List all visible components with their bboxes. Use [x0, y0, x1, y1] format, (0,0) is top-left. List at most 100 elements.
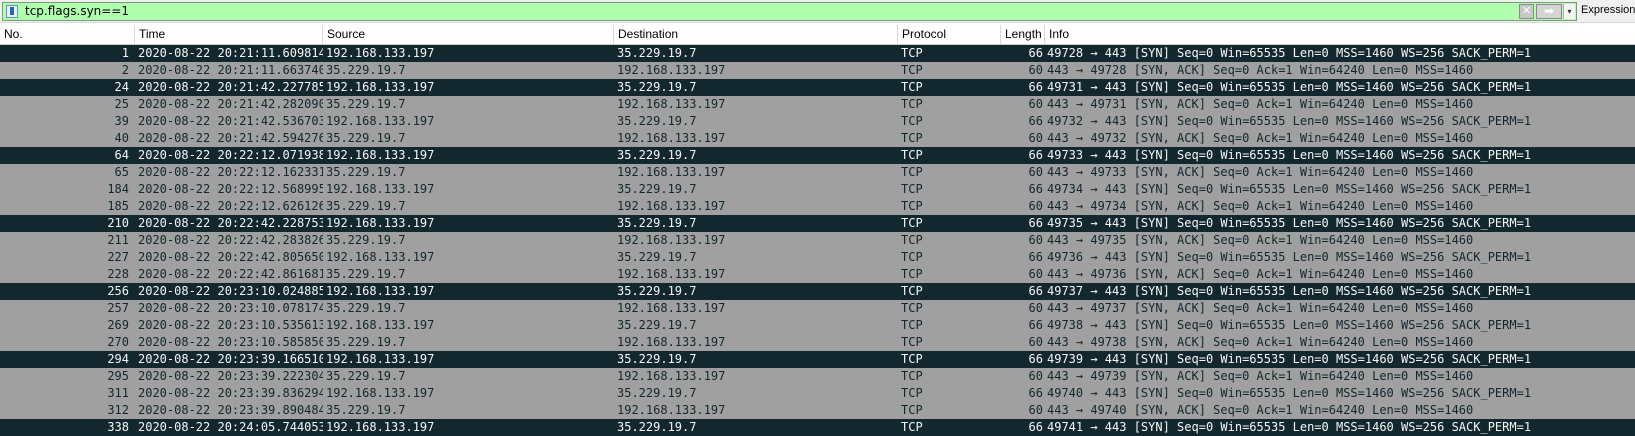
packet-protocol: TCP [901, 267, 923, 281]
packet-length: 60 [1028, 63, 1043, 77]
column-header-info[interactable]: Info [1045, 25, 1635, 44]
packet-source: 35.229.19.7 [326, 233, 406, 247]
packet-time: 2020-08-22 20:21:42.227785 [138, 80, 323, 94]
packet-info: 49731 → 443 [SYN] Seq=0 Win=65535 Len=0 … [1047, 80, 1532, 94]
packet-destination: 192.168.133.197 [617, 233, 726, 247]
packet-number: 311 [107, 386, 129, 400]
packet-row[interactable]: 311 2020-08-22 20:23:39.836294 192.168.133… [0, 385, 1635, 402]
packet-source: 192.168.133.197 [326, 250, 435, 264]
packet-protocol: TCP [901, 301, 923, 315]
packet-row[interactable]: 64 2020-08-22 20:22:12.071938 192.168.133.… [0, 147, 1635, 164]
packet-number: 24 [114, 80, 129, 94]
packet-source: 35.229.19.7 [326, 403, 406, 417]
packet-row[interactable]: 295 2020-08-22 20:23:39.222304 35.229.19.7… [0, 368, 1635, 385]
packet-number: 228 [107, 267, 129, 281]
packet-row[interactable]: 211 2020-08-22 20:22:42.283826 35.229.19.7… [0, 232, 1635, 249]
packet-info: 443 → 49740 [SYN, ACK] Seq=0 Ack=1 Win=6… [1047, 403, 1474, 417]
packet-row[interactable]: 227 2020-08-22 20:22:42.805650 192.168.133… [0, 249, 1635, 266]
expression-button[interactable]: Expression [1581, 4, 1635, 16]
packet-length: 60 [1028, 199, 1043, 213]
packet-row[interactable]: 270 2020-08-22 20:23:10.585850 35.229.19.7… [0, 334, 1635, 351]
packet-number: 64 [114, 148, 129, 162]
packet-length: 60 [1028, 369, 1043, 383]
packet-row[interactable]: 1 2020-08-22 20:21:11.609814 192.168.133.1… [0, 45, 1635, 62]
apply-filter-button[interactable]: ➡ [1536, 4, 1562, 19]
bookmark-icon[interactable] [6, 5, 18, 18]
packet-source: 192.168.133.197 [326, 80, 435, 94]
packet-protocol: TCP [901, 216, 923, 230]
column-header-protocol[interactable]: Protocol [898, 25, 1001, 44]
column-header-no[interactable]: No. [0, 25, 135, 44]
packet-row[interactable]: 228 2020-08-22 20:22:42.861681 35.229.19.7… [0, 266, 1635, 283]
packet-protocol: TCP [901, 250, 923, 264]
packet-info: 443 → 49735 [SYN, ACK] Seq=0 Ack=1 Win=6… [1047, 233, 1474, 247]
clear-filter-button[interactable]: ✕ [1519, 4, 1534, 19]
packet-row[interactable]: 257 2020-08-22 20:23:10.078174 35.229.19.7… [0, 300, 1635, 317]
packet-protocol: TCP [901, 165, 923, 179]
packet-row[interactable]: 2 2020-08-22 20:21:11.663740 35.229.19.7 19… [0, 62, 1635, 79]
packet-row[interactable]: 65 2020-08-22 20:22:12.162331 35.229.19.7 1… [0, 164, 1635, 181]
packet-row[interactable]: 40 2020-08-22 20:21:42.594276 35.229.19.7 1… [0, 130, 1635, 147]
packet-destination: 35.229.19.7 [617, 352, 697, 366]
packet-number: 39 [114, 114, 129, 128]
packet-destination: 35.229.19.7 [617, 148, 697, 162]
packet-row[interactable]: 269 2020-08-22 20:23:10.535613 192.168.133… [0, 317, 1635, 334]
packet-row[interactable]: 185 2020-08-22 20:22:12.626126 35.229.19.7… [0, 198, 1635, 215]
packet-row[interactable]: 294 2020-08-22 20:23:39.166510 192.168.133… [0, 351, 1635, 368]
packet-protocol: TCP [901, 352, 923, 366]
packet-source: 192.168.133.197 [326, 148, 435, 162]
packet-info: 443 → 49736 [SYN, ACK] Seq=0 Ack=1 Win=6… [1047, 267, 1474, 281]
packet-row[interactable]: 210 2020-08-22 20:22:42.228753 192.168.133… [0, 215, 1635, 232]
packet-source: 35.229.19.7 [326, 131, 406, 145]
packet-length: 60 [1028, 165, 1043, 179]
packet-time: 2020-08-22 20:22:42.283826 [138, 233, 323, 247]
packet-number: 184 [107, 182, 129, 196]
packet-row[interactable]: 184 2020-08-22 20:22:12.568995 192.168.133… [0, 181, 1635, 198]
packet-length: 60 [1028, 131, 1043, 145]
packet-info: 49728 → 443 [SYN] Seq=0 Win=65535 Len=0 … [1047, 46, 1532, 60]
packet-number: 210 [107, 216, 129, 230]
packet-number: 227 [107, 250, 129, 264]
packet-time: 2020-08-22 20:23:10.535613 [138, 318, 323, 332]
packet-info: 49736 → 443 [SYN] Seq=0 Win=65535 Len=0 … [1047, 250, 1532, 264]
packet-destination: 35.229.19.7 [617, 250, 697, 264]
packet-time: 2020-08-22 20:22:42.228753 [138, 216, 323, 230]
packet-number: 65 [114, 165, 129, 179]
packet-length: 60 [1028, 97, 1043, 111]
packet-row[interactable]: 312 2020-08-22 20:23:39.890484 35.229.19.7… [0, 402, 1635, 419]
packet-time: 2020-08-22 20:23:39.222304 [138, 369, 323, 383]
display-filter-input[interactable]: tcp.flags.syn==1 ✕ ➡ ▾ [2, 2, 1577, 21]
column-header-time[interactable]: Time [135, 25, 323, 44]
packet-info: 49740 → 443 [SYN] Seq=0 Win=65535 Len=0 … [1047, 386, 1532, 400]
packet-time: 2020-08-22 20:22:42.861681 [138, 267, 323, 281]
packet-row[interactable]: 39 2020-08-22 20:21:42.536703 192.168.133.… [0, 113, 1635, 130]
packet-time: 2020-08-22 20:21:42.282090 [138, 97, 323, 111]
display-filter-toolbar: tcp.flags.syn==1 ✕ ➡ ▾ Expression [0, 0, 1635, 23]
packet-info: 49738 → 443 [SYN] Seq=0 Win=65535 Len=0 … [1047, 318, 1532, 332]
packet-time: 2020-08-22 20:21:11.609814 [138, 46, 323, 60]
packet-row[interactable]: 25 2020-08-22 20:21:42.282090 35.229.19.7 1… [0, 96, 1635, 113]
packet-row[interactable]: 24 2020-08-22 20:21:42.227785 192.168.133.… [0, 79, 1635, 96]
column-header-destination[interactable]: Destination [614, 25, 898, 44]
filter-text[interactable]: tcp.flags.syn==1 [25, 4, 129, 19]
packet-source: 192.168.133.197 [326, 352, 435, 366]
packet-list: 1 2020-08-22 20:21:11.609814 192.168.133.1… [0, 45, 1635, 436]
packet-source: 35.229.19.7 [326, 267, 406, 281]
packet-destination: 192.168.133.197 [617, 131, 726, 145]
packet-number: 338 [107, 420, 129, 434]
packet-time: 2020-08-22 20:21:11.663740 [138, 63, 323, 77]
packet-protocol: TCP [901, 80, 923, 94]
column-header-length[interactable]: Length [1001, 25, 1045, 44]
packet-length: 66 [1028, 250, 1043, 264]
packet-row[interactable]: 338 2020-08-22 20:24:05.744053 192.168.133… [0, 419, 1635, 436]
filter-history-dropdown[interactable]: ▾ [1563, 4, 1575, 19]
column-header-source[interactable]: Source [323, 25, 614, 44]
packet-source: 35.229.19.7 [326, 97, 406, 111]
packet-time: 2020-08-22 20:22:12.162331 [138, 165, 323, 179]
packet-destination: 192.168.133.197 [617, 301, 726, 315]
packet-length: 66 [1028, 420, 1043, 434]
packet-source: 35.229.19.7 [326, 335, 406, 349]
packet-source: 35.229.19.7 [326, 301, 406, 315]
packet-number: 256 [107, 284, 129, 298]
packet-row[interactable]: 256 2020-08-22 20:23:10.024885 192.168.133… [0, 283, 1635, 300]
